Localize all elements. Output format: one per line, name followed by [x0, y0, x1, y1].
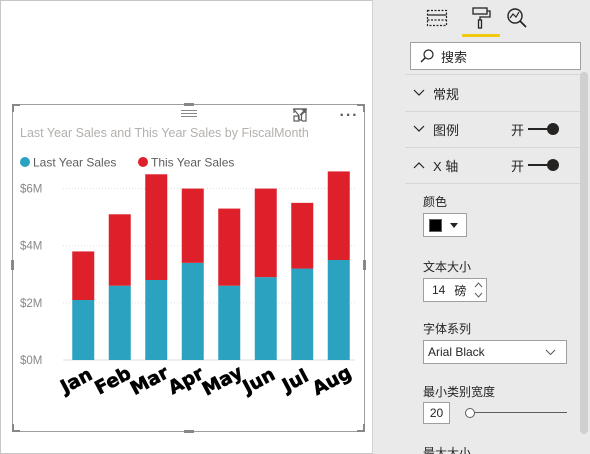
bar-may-series-1: [218, 208, 241, 286]
legend-marker-1: [138, 157, 148, 167]
x-tick-label: Aug: [309, 362, 355, 400]
bar-jun-series-0: [254, 277, 277, 360]
section-general[interactable]: 常规: [405, 76, 585, 110]
min-category-width-input[interactable]: 20: [423, 402, 450, 424]
resize-handle-top-right[interactable]: [357, 104, 365, 112]
legend-label-1: This Year Sales: [151, 156, 234, 170]
resize-handle-top-left[interactable]: [12, 104, 20, 112]
report-canvas: ··· Last Year Sales and This Year Sales …: [1, 1, 372, 453]
divider: [405, 74, 585, 75]
x-tick-label: Jun: [238, 364, 279, 399]
color-swatch: [429, 218, 442, 232]
y-tick-label: $2M: [20, 298, 42, 310]
search-input[interactable]: 搜索: [410, 42, 581, 70]
color-label: 颜色: [423, 195, 448, 209]
color-picker[interactable]: [423, 213, 467, 237]
chevron-down-icon: [407, 76, 431, 110]
resize-handle-top[interactable]: [184, 103, 194, 106]
x-tick-label: May: [199, 362, 246, 400]
bar-jul-series-0: [291, 268, 314, 360]
chevron-down-icon: [545, 349, 556, 355]
text-size-value: 14: [432, 283, 446, 297]
fields-tab-icon[interactable]: [425, 6, 449, 30]
visualizations-pane: 搜索 常规 图例 开 X 轴 开 颜色 文本大小 14 磅 字体系列 Arial…: [373, 0, 590, 454]
divider: [405, 183, 585, 184]
active-tab-indicator: [462, 34, 500, 37]
y-tick-label: $6M: [20, 184, 42, 196]
bar-jun-series-1: [254, 188, 277, 278]
stacked-column-chart: Last Year Sales and This Year Sales by F…: [20, 126, 355, 401]
section-x-axis[interactable]: X 轴 开: [405, 148, 585, 182]
font-family-value: Arial Black: [428, 345, 485, 359]
font-family-label: 字体系列: [423, 322, 472, 336]
min-category-width-label: 最小类别宽度: [423, 385, 496, 399]
bar-jan-series-0: [72, 300, 95, 360]
caret-down-icon: [450, 222, 458, 228]
text-size-label: 文本大小: [423, 260, 472, 274]
x-tick-label: Jan: [56, 364, 96, 399]
max-size-label: 最大大小: [423, 446, 472, 454]
x-axis-toggle[interactable]: [528, 159, 559, 171]
bar-aug-series-1: [327, 171, 350, 260]
resize-handle-right[interactable]: [363, 260, 366, 270]
legend-label-0: Last Year Sales: [33, 156, 116, 170]
pane-tabs: [373, 0, 590, 38]
x-tick-label: Jul: [277, 366, 312, 398]
resize-handle-bottom-right[interactable]: [357, 424, 365, 432]
chevron-up-icon: [407, 148, 431, 182]
resize-handle-bottom-left[interactable]: [12, 424, 20, 432]
y-tick-label: $0M: [20, 355, 42, 367]
bar-apr-series-0: [181, 262, 204, 360]
resize-handle-left[interactable]: [11, 260, 14, 270]
analytics-magnifier-icon[interactable]: [505, 6, 529, 30]
bar-aug-series-0: [327, 260, 350, 360]
bar-jul-series-1: [291, 202, 314, 269]
toggle-state-label: 开: [511, 122, 525, 138]
bar-feb-series-0: [108, 285, 131, 360]
stepper-arrows-icon[interactable]: [474, 280, 483, 300]
section-title: 图例: [433, 122, 460, 138]
toggle-state-label: 开: [511, 158, 525, 174]
format-paint-roller-icon[interactable]: [469, 6, 493, 30]
bar-may-series-0: [218, 285, 241, 360]
y-tick-label: $4M: [20, 241, 42, 253]
legend-marker-0: [20, 157, 30, 167]
slider-thumb[interactable]: [465, 408, 475, 418]
search-icon: [420, 49, 434, 63]
chart-title: Last Year Sales and This Year Sales by F…: [20, 126, 309, 140]
resize-handle-bottom[interactable]: [184, 430, 194, 433]
bar-feb-series-1: [108, 214, 131, 286]
bar-apr-series-1: [181, 188, 204, 263]
text-size-unit: 磅: [454, 283, 467, 298]
section-legend[interactable]: 图例 开: [405, 112, 585, 146]
bar-jan-series-1: [72, 251, 95, 300]
bar-mar-series-1: [145, 174, 168, 280]
chevron-down-icon: [407, 112, 431, 146]
pane-scrollbar[interactable]: [580, 72, 588, 434]
min-category-width-slider[interactable]: [465, 408, 567, 418]
font-family-select[interactable]: Arial Black: [423, 340, 567, 364]
chart-visual[interactable]: ··· Last Year Sales and This Year Sales …: [11, 103, 366, 433]
legend-toggle[interactable]: [528, 123, 559, 135]
search-placeholder: 搜索: [441, 49, 468, 65]
section-title: 常规: [433, 86, 460, 102]
bar-mar-series-0: [145, 280, 168, 360]
section-title: X 轴: [433, 158, 459, 174]
text-size-stepper[interactable]: 14 磅: [423, 278, 487, 302]
